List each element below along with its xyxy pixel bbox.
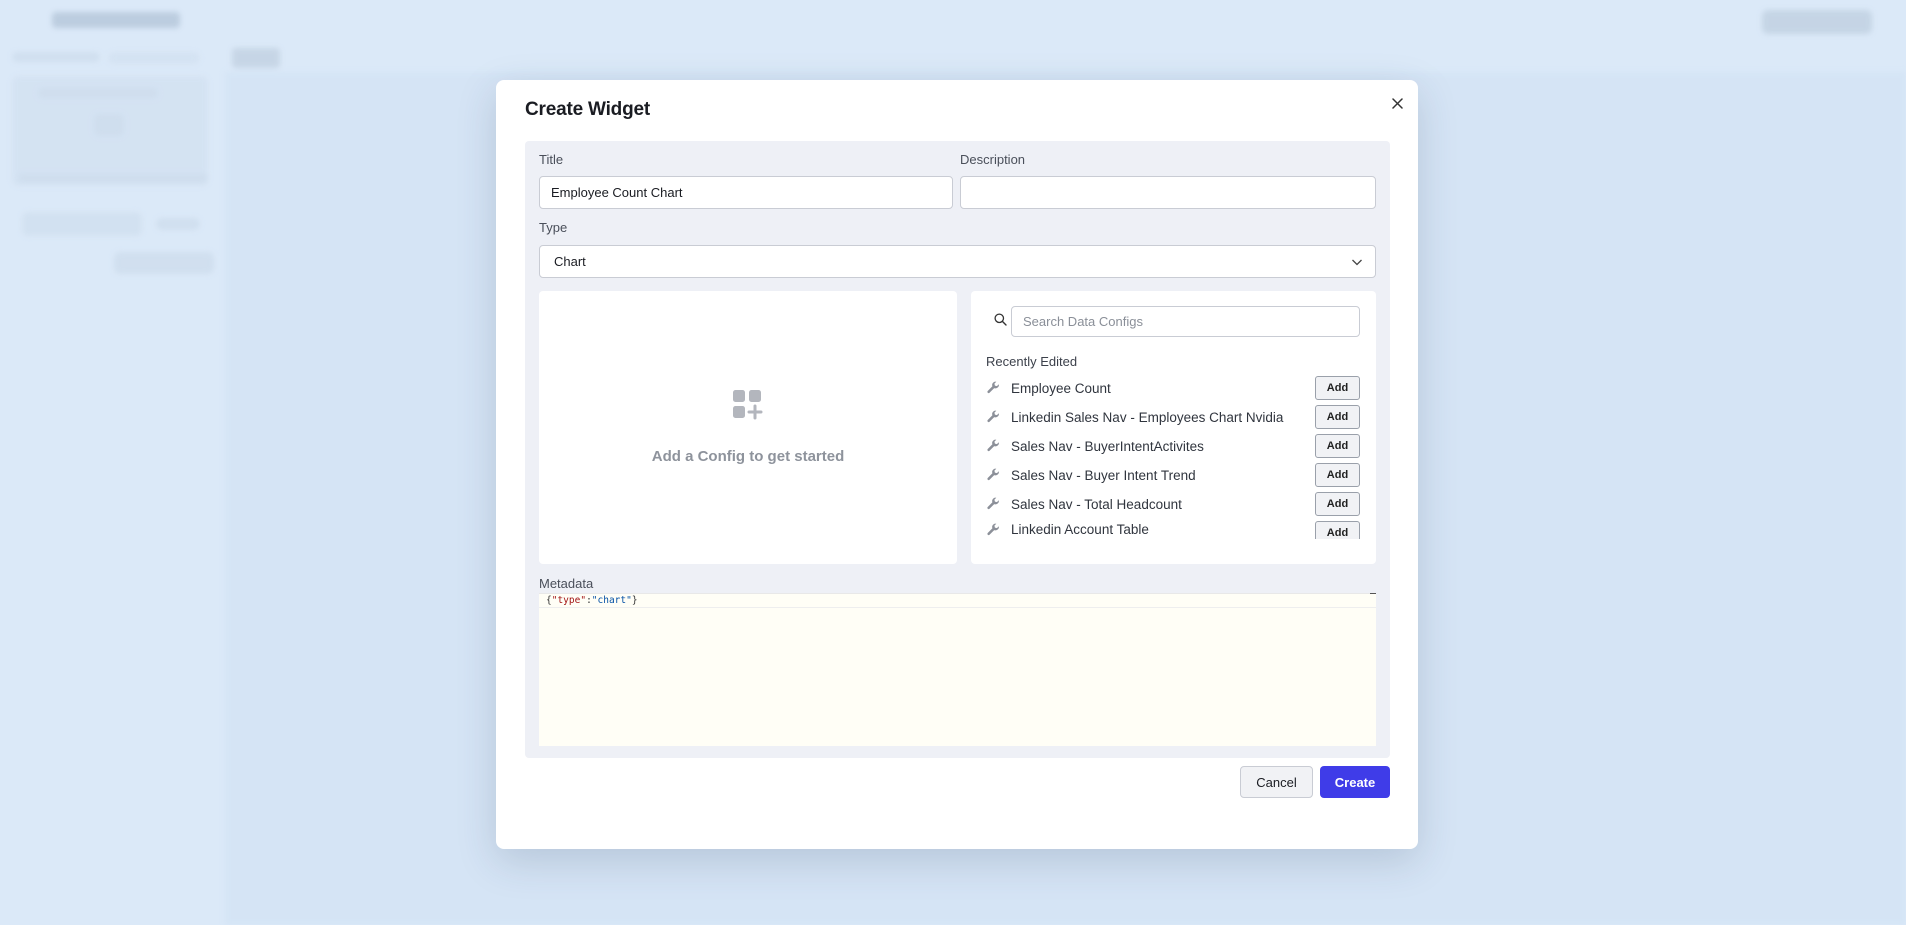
widget-add-icon [733, 390, 763, 420]
add-config-button[interactable]: Add [1315, 521, 1360, 539]
add-config-button[interactable]: Add [1315, 376, 1360, 400]
config-item-label: Sales Nav - Buyer Intent Trend [1011, 467, 1196, 483]
code-brace-close: } [631, 595, 638, 606]
create-button[interactable]: Create [1320, 766, 1390, 798]
description-label: Description [960, 152, 1026, 167]
list-item: Sales Nav - Total Headcount Add [986, 492, 1366, 516]
search-data-configs-input[interactable] [1011, 306, 1360, 337]
config-empty-state: Add a Config to get started [539, 291, 957, 564]
list-item: Employee Count Add [986, 376, 1366, 400]
add-config-button[interactable]: Add [1315, 492, 1360, 516]
type-select-value: Chart [554, 254, 586, 269]
title-input[interactable] [539, 176, 953, 209]
data-config-picker: Recently Edited Employee Count Add Linke… [971, 291, 1376, 564]
add-config-button[interactable]: Add [1315, 434, 1360, 458]
type-select[interactable]: Chart [539, 245, 1376, 278]
wrench-icon [986, 523, 1000, 537]
close-button[interactable] [1388, 94, 1406, 112]
code-key: "type" [551, 595, 587, 606]
config-item-label: Sales Nav - Total Headcount [1011, 496, 1182, 512]
modal-title: Create Widget [525, 99, 650, 120]
wrench-icon [986, 381, 1000, 395]
top-right-button [1762, 10, 1872, 34]
config-item-label: Linkedin Sales Nav - Employees Chart Nvi… [1011, 409, 1284, 425]
main-tab [232, 48, 280, 68]
type-label: Type [539, 220, 568, 235]
metadata-label: Metadata [539, 576, 594, 591]
sidebar [8, 48, 214, 925]
config-item-label: Sales Nav - BuyerIntentActivites [1011, 438, 1204, 454]
add-config-button[interactable]: Add [1315, 405, 1360, 429]
list-item: Linkedin Account Table Add [986, 521, 1366, 539]
close-icon [1391, 97, 1403, 109]
wrench-icon [986, 468, 1000, 482]
add-config-button[interactable]: Add [1315, 463, 1360, 487]
list-item: Sales Nav - Buyer Intent Trend Add [986, 463, 1366, 487]
config-item-label: Linkedin Account Table [1011, 522, 1149, 537]
chevron-down-icon [1352, 259, 1362, 266]
list-item: Linkedin Sales Nav - Employees Chart Nvi… [986, 405, 1366, 429]
form-panel: Title Description Type Chart Add a Confi… [525, 141, 1390, 758]
empty-state-text: Add a Config to get started [651, 448, 845, 465]
cancel-button[interactable]: Cancel [1240, 766, 1313, 798]
create-widget-modal: Create Widget Title Description Type Cha… [496, 80, 1418, 849]
list-item: Sales Nav - BuyerIntentActivites Add [986, 434, 1366, 458]
code-value: "chart" [591, 595, 632, 606]
wrench-icon [986, 439, 1000, 453]
app-logo [52, 12, 180, 28]
title-label: Title [539, 152, 564, 167]
code-line: {"type":"chart"} [539, 594, 1376, 608]
recently-edited-heading: Recently Edited [986, 354, 1078, 369]
description-input[interactable] [960, 176, 1376, 209]
wrench-icon [986, 410, 1000, 424]
wrench-icon [986, 497, 1000, 511]
config-item-label: Employee Count [1011, 380, 1111, 396]
metadata-code-editor[interactable]: {"type":"chart"} [539, 593, 1376, 746]
search-icon [994, 313, 1007, 326]
